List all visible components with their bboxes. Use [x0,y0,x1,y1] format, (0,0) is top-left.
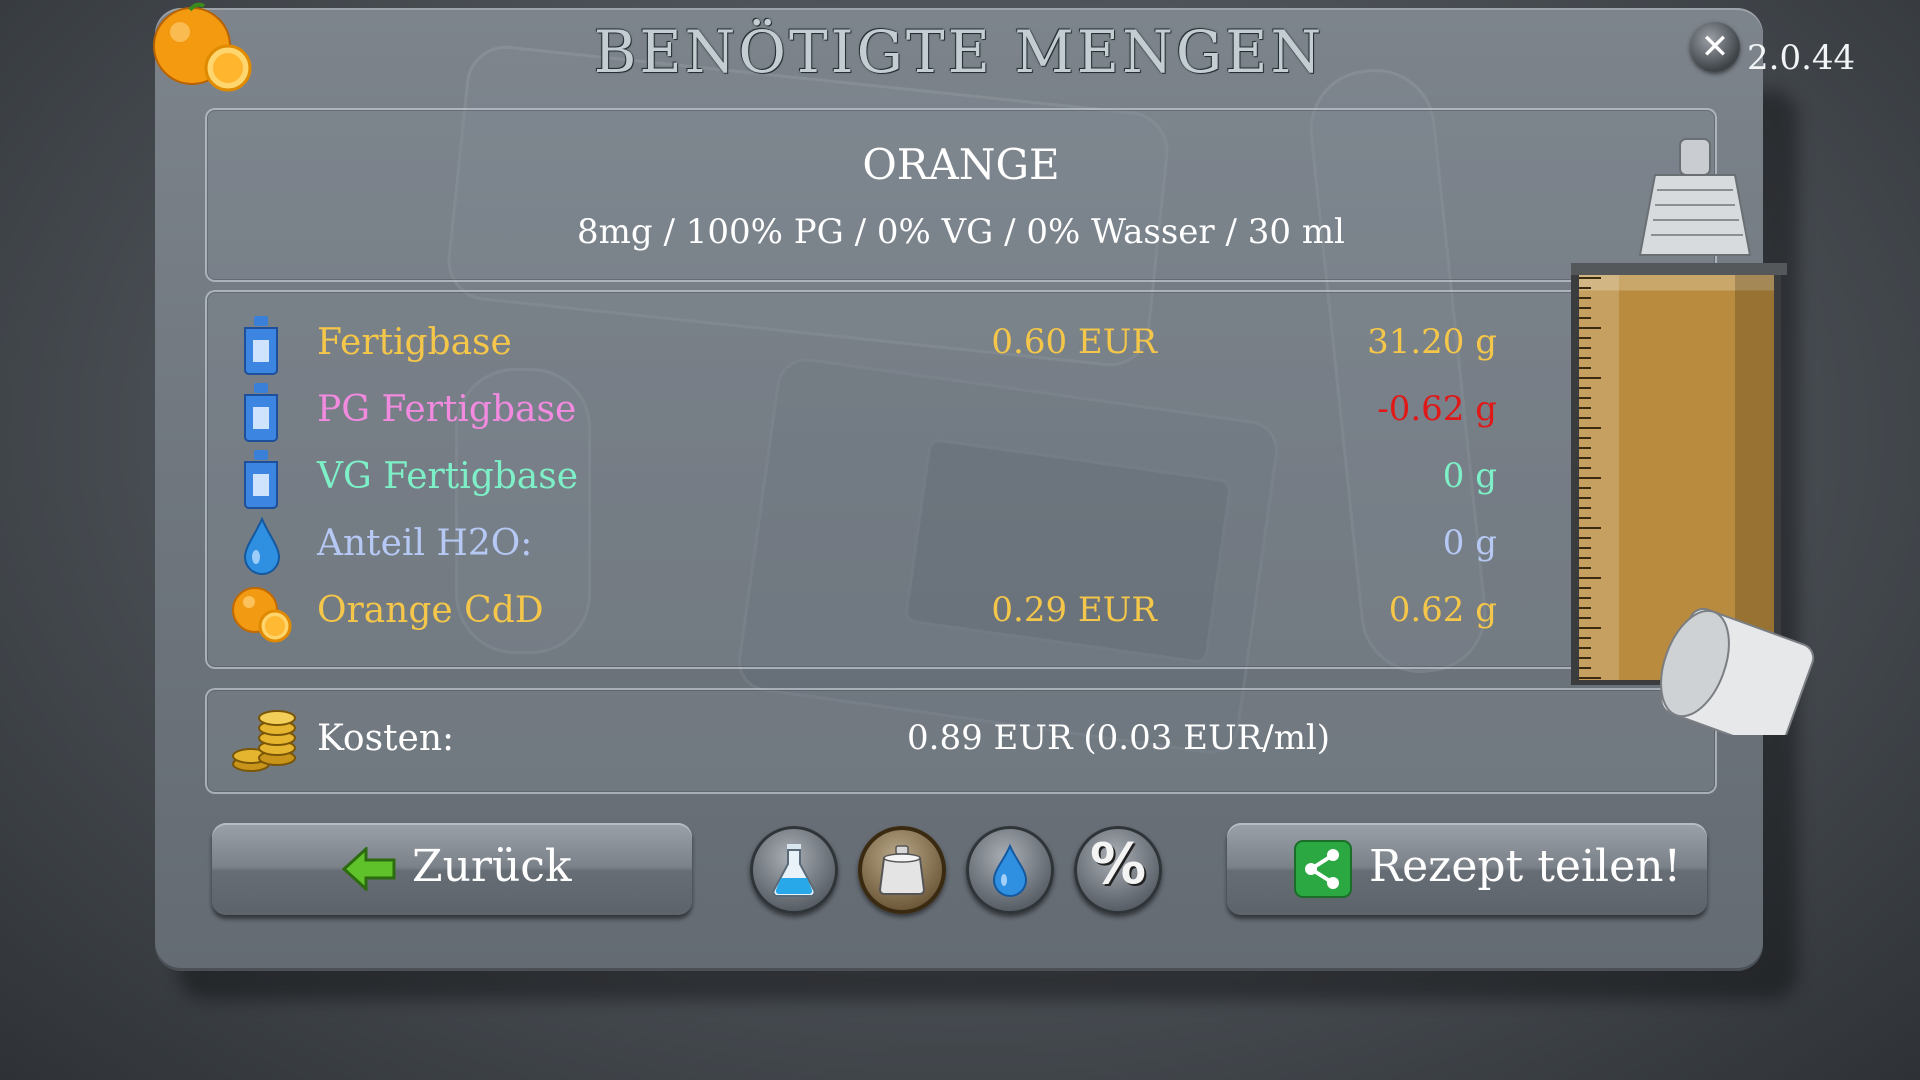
percent-icon: % [1089,832,1147,897]
ingredient-row: Anteil H2O: 0 g [207,515,1715,575]
ingredient-name: Orange CdD [317,590,544,631]
ingredient-row: Fertigbase 0.60 EUR 31.20 g [207,314,1715,376]
orange-icon [229,582,292,644]
water-drop-icon [237,515,287,577]
ingredient-row: Orange CdD 0.29 EUR 0.62 g [207,582,1715,644]
ingredient-name: VG Fertigbase [317,456,579,497]
version-label: 2.0.44 [1747,38,1856,78]
ingredient-name: Anteil H2O: [317,523,533,564]
arrow-left-icon [341,845,398,902]
ingredient-name: PG Fertigbase [317,389,577,430]
ingredient-amount: 0 g [1442,456,1497,496]
orange-logo [150,2,256,102]
ingredient-row: VG Fertigbase 0 g [207,448,1715,510]
recipe-name: ORANGE [862,140,1060,189]
close-button[interactable]: ✕ [1690,22,1740,72]
coins-icon [229,708,299,778]
ingredient-price: 0.60 EUR [991,322,1157,362]
recipe-spec: 8mg / 100% PG / 0% VG / 0% Wasser / 30 m… [577,212,1345,252]
back-button-label: Zurück [412,841,572,892]
dialog-title: BENÖTIGTE MENGEN [593,18,1325,86]
ingredients-box: Fertigbase 0.60 EUR 31.20 g PG Fertigbas… [205,290,1717,669]
share-icon [1293,839,1353,910]
ingredient-amount: 0 g [1442,523,1497,563]
dialog-panel: BENÖTIGTE MENGEN ORANGE 8mg / 100% PG / … [155,8,1763,971]
weight-tool-button[interactable] [858,826,946,914]
share-button-label: Rezept teilen! [1369,841,1682,892]
cost-label: Kosten: [317,718,455,759]
water-tool-button[interactable] [966,826,1054,914]
percent-tool-button[interactable]: % [1074,826,1162,914]
ingredient-amount: -0.62 g [1377,389,1497,429]
ingredient-row: PG Fertigbase -0.62 g [207,381,1715,443]
recipe-info-box: ORANGE 8mg / 100% PG / 0% VG / 0% Wasser… [205,108,1717,282]
bottle-icon [237,381,287,443]
flask-tool-button[interactable] [750,826,838,914]
ingredient-price: 0.29 EUR [991,590,1157,630]
cost-value: 0.89 EUR (0.03 EUR/ml) [907,718,1331,758]
share-recipe-button[interactable]: Rezept teilen! [1227,823,1707,915]
ingredient-name: Fertigbase [317,322,512,363]
bottle-icon [237,314,287,376]
ingredient-amount: 0.62 g [1388,590,1497,630]
cost-box: Kosten: 0.89 EUR (0.03 EUR/ml) [205,688,1717,794]
back-button[interactable]: Zurück [212,823,692,915]
ingredient-amount: 31.20 g [1367,322,1497,362]
syringe-gauge [1565,135,1865,750]
bottle-icon [237,448,287,510]
